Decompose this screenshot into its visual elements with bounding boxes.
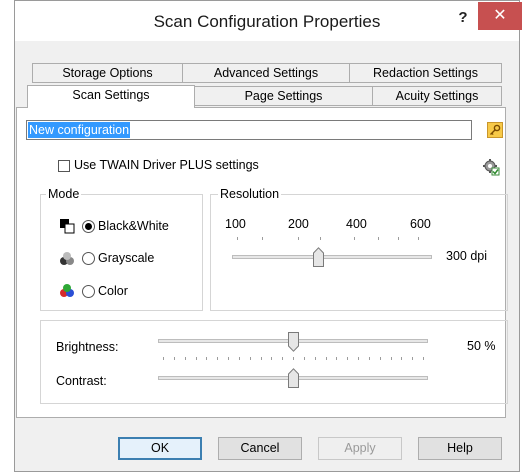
- brightness-contrast-group: [40, 320, 508, 404]
- resolution-value: 300 dpi: [446, 249, 488, 263]
- help-icon-button[interactable]: ?: [450, 7, 476, 31]
- tab-advanced-settings[interactable]: Advanced Settings: [182, 63, 350, 83]
- brightness-contrast-tick-mark: [401, 357, 403, 360]
- resolution-tick-mark: [320, 237, 321, 240]
- brightness-contrast-tick-mark: [260, 357, 262, 360]
- tab-acuity-settings[interactable]: Acuity Settings: [372, 86, 502, 106]
- brightness-contrast-tick-mark: [163, 357, 164, 360]
- brightness-contrast-tick-mark: [206, 357, 208, 360]
- brightness-slider-thumb[interactable]: [287, 332, 299, 352]
- resolution-tick-200: 200: [288, 217, 309, 231]
- resolution-slider-track[interactable]: [232, 255, 432, 259]
- brightness-contrast-tick-mark: [379, 357, 381, 360]
- resolution-slider-thumb[interactable]: [312, 247, 324, 267]
- mode-grayscale-label[interactable]: Grayscale: [98, 251, 154, 265]
- resolution-tick-mark: [237, 237, 238, 240]
- black-white-icon: [60, 219, 75, 234]
- grayscale-icon: [60, 252, 74, 265]
- tab-storage-options[interactable]: Storage Options: [32, 63, 183, 83]
- brightness-contrast-tick-mark: [249, 357, 251, 360]
- brightness-contrast-tick-mark: [173, 357, 175, 360]
- mode-color-label[interactable]: Color: [98, 284, 128, 298]
- apply-button[interactable]: Apply: [318, 437, 402, 460]
- mode-black-white-radio[interactable]: [82, 220, 95, 233]
- brightness-contrast-tick-mark: [423, 357, 424, 360]
- cancel-button[interactable]: Cancel: [218, 437, 302, 460]
- brightness-contrast-tick-mark: [347, 357, 349, 360]
- resolution-tick-mark: [354, 237, 355, 240]
- brightness-contrast-tick-mark: [303, 357, 305, 360]
- brightness-contrast-tick-mark: [228, 357, 229, 360]
- title-bar[interactable]: Scan Configuration Properties ? ✕: [15, 1, 522, 41]
- brightness-contrast-tick-mark: [314, 357, 316, 360]
- help-button[interactable]: Help: [418, 437, 502, 460]
- mode-grayscale-radio[interactable]: [82, 252, 95, 265]
- brightness-contrast-tick-mark: [271, 357, 273, 360]
- resolution-tick-400: 400: [346, 217, 367, 231]
- brightness-contrast-tick-mark: [336, 357, 338, 360]
- close-button[interactable]: ✕: [478, 2, 522, 30]
- brightness-contrast-tick-mark: [184, 357, 186, 360]
- brightness-contrast-tick-mark: [238, 357, 240, 360]
- brightness-contrast-tick-mark: [195, 357, 197, 360]
- resolution-tick-100: 100: [225, 217, 246, 231]
- brightness-contrast-tick-mark: [325, 357, 327, 360]
- resolution-tick-mark: [378, 237, 379, 240]
- resolution-tick-600: 600: [410, 217, 431, 231]
- brightness-contrast-tick-mark: [368, 357, 370, 360]
- resolution-tick-mark: [398, 237, 399, 240]
- resolution-group-title: Resolution: [218, 187, 282, 201]
- twain-checkbox[interactable]: [58, 160, 70, 172]
- configuration-name-input[interactable]: New configuration: [26, 120, 472, 140]
- contrast-slider-thumb[interactable]: [287, 368, 299, 388]
- mode-group-title: Mode: [46, 187, 82, 201]
- brightness-label: Brightness:: [56, 340, 119, 354]
- brightness-contrast-tick-mark: [390, 357, 392, 360]
- tab-redaction-settings[interactable]: Redaction Settings: [349, 63, 502, 83]
- brightness-contrast-tick-mark: [217, 357, 219, 360]
- resolution-tick-mark: [298, 237, 299, 240]
- ok-button[interactable]: OK: [118, 437, 202, 460]
- twain-checkbox-label[interactable]: Use TWAIN Driver PLUS settings: [74, 158, 259, 172]
- brightness-contrast-tick-mark: [293, 357, 294, 360]
- color-icon: [60, 284, 74, 297]
- brightness-contrast-tick-mark: [412, 357, 414, 360]
- contrast-label: Contrast:: [56, 374, 107, 388]
- resolution-tick-mark: [262, 237, 263, 240]
- mode-color-radio[interactable]: [82, 285, 95, 298]
- gear-icon[interactable]: [482, 158, 500, 176]
- configuration-name-value: New configuration: [28, 122, 131, 138]
- brightness-value: 50 %: [467, 339, 496, 353]
- tab-scan-settings[interactable]: Scan Settings: [27, 85, 195, 108]
- mode-black-white-label[interactable]: Black&White: [98, 219, 169, 233]
- key-icon[interactable]: [487, 122, 503, 138]
- window-title: Scan Configuration Properties: [153, 12, 381, 31]
- tab-page-settings[interactable]: Page Settings: [194, 86, 373, 106]
- brightness-contrast-tick-mark: [282, 357, 284, 360]
- brightness-contrast-tick-mark: [358, 357, 359, 360]
- resolution-tick-mark: [418, 237, 419, 240]
